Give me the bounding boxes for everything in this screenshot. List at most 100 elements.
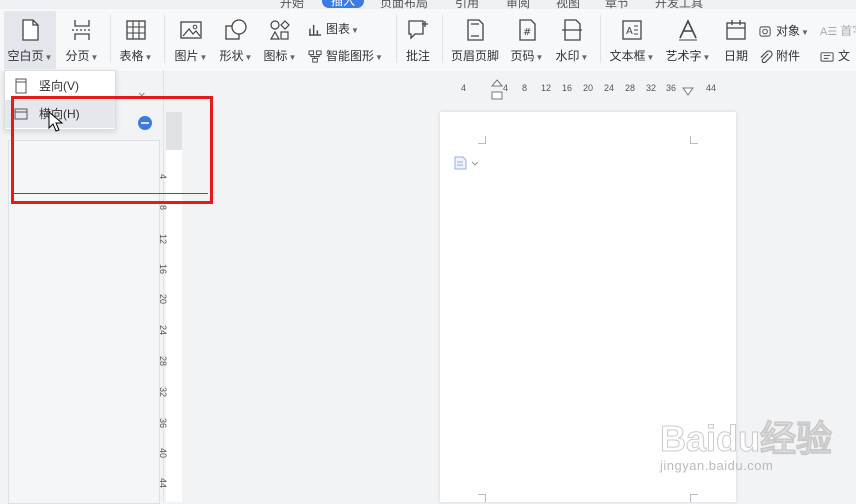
highlight-box: [11, 96, 213, 204]
attachment-button[interactable]: 附件: [758, 46, 800, 66]
doc-part-button[interactable]: 文: [820, 46, 850, 66]
hruler-tick: 20: [583, 83, 594, 93]
paperclip-icon: [760, 50, 773, 64]
icon-button[interactable]: 图标▼: [260, 9, 300, 67]
indent-marker-icon[interactable]: [490, 79, 504, 101]
icon-label: 图标: [263, 49, 288, 63]
margin-corner: [690, 136, 698, 144]
vruler-tick: 12: [158, 234, 168, 245]
vruler-tick: 20: [158, 294, 168, 305]
hruler-tick: 28: [625, 83, 636, 93]
tab-view[interactable]: 视图: [556, 0, 580, 9]
comment-label: 批注: [405, 49, 430, 63]
chart-icon: [309, 25, 322, 37]
hruler-tick: 12: [541, 83, 552, 93]
paste-options-icon[interactable]: [454, 156, 480, 170]
watermark-icon: [562, 19, 582, 41]
word-art-label: 艺术字: [665, 49, 702, 63]
comment-button[interactable]: 批注: [400, 9, 436, 67]
watermark-brand: Baidu经验: [659, 418, 833, 460]
icons-gallery-icon: [269, 20, 290, 40]
smart-art-icon: [308, 50, 322, 63]
vruler-tick: 44: [158, 478, 168, 489]
tab-chapter[interactable]: 章节: [605, 0, 629, 9]
vruler-tick: 36: [158, 418, 168, 429]
picture-icon: [180, 21, 202, 39]
svg-text:A: A: [626, 26, 633, 37]
chart-button[interactable]: 图表▼: [308, 19, 359, 39]
calendar-icon: [726, 20, 746, 40]
smart-art-label: 智能图形: [326, 49, 375, 63]
hruler-tick: 4: [461, 83, 467, 93]
word-art-button[interactable]: 艺术字▼: [662, 9, 714, 67]
table-label: 表格: [119, 49, 144, 63]
hruler-tick: 16: [562, 83, 573, 93]
tab-insert[interactable]: 插入: [322, 0, 365, 8]
watermark-label: 水印: [555, 49, 580, 63]
vruler-tick: 32: [158, 387, 168, 398]
hruler-tick: 8: [522, 83, 528, 93]
right-indent-marker-icon[interactable]: [682, 82, 694, 96]
smart-art-button[interactable]: 智能图形▼: [308, 46, 383, 66]
tab-page-layout[interactable]: 页面布局: [380, 0, 428, 9]
separator: [442, 15, 443, 63]
comment-icon: [408, 20, 428, 40]
drop-cap-label: 首字: [840, 24, 856, 38]
tab-start[interactable]: 开始: [280, 0, 304, 9]
separator: [164, 15, 165, 63]
hruler-tick: 24: [604, 83, 615, 93]
margin-corner: [690, 494, 698, 502]
ribbon-toolbar: 空白页▼ 分页▼ 表格▼ 图片▼ 形状▼ 图标▼ 图表▼ 智能图形▼ 批注 页眉…: [0, 9, 856, 72]
watermark-button[interactable]: 水印▼: [552, 9, 592, 67]
shape-button[interactable]: 形状▼: [216, 9, 256, 67]
horizontal-ruler: [183, 71, 856, 101]
vruler-tick: 24: [158, 325, 168, 336]
text-box-label: 文本框: [609, 49, 646, 63]
attachment-label: 附件: [776, 49, 801, 63]
tab-developer[interactable]: 开发工具: [655, 0, 703, 9]
margin-corner: [478, 136, 486, 144]
date-button[interactable]: 日期: [718, 9, 754, 67]
page-number-icon: #: [519, 19, 536, 41]
separator: [396, 15, 397, 63]
svg-text:#: #: [523, 27, 531, 38]
drop-cap-icon: A☰: [820, 26, 838, 38]
margin-corner: [478, 494, 486, 502]
vruler-tick: 40: [158, 448, 168, 459]
text-box-button[interactable]: A 文本框▼: [606, 9, 658, 67]
doc-part-label: 文: [838, 49, 851, 63]
hruler-tick: 44: [706, 83, 717, 93]
object-label: 对象: [776, 24, 801, 38]
separator: [110, 15, 111, 63]
vruler-tick: 16: [158, 264, 168, 275]
object-button[interactable]: 对象▼: [758, 21, 809, 41]
blank-page-button[interactable]: 空白页▼: [4, 9, 56, 67]
table-button[interactable]: 表格▼: [114, 9, 158, 67]
tab-bar: 开始 插入 页面布局 引用 审阅 视图 章节 开发工具: [0, 0, 856, 9]
doc-part-icon: [820, 52, 834, 62]
page-number-button[interactable]: # 页码▼: [506, 9, 548, 67]
blank-page-label: 空白页: [7, 49, 44, 63]
baidu-watermark: Baidu经验 jingyan.baidu.com: [659, 410, 856, 480]
portrait-page-icon: [15, 78, 27, 94]
object-icon: [759, 26, 771, 37]
drop-cap-button[interactable]: A☰首字: [820, 21, 856, 41]
picture-button[interactable]: 图片▼: [170, 9, 212, 67]
date-label: 日期: [723, 49, 748, 63]
shape-icon: [225, 19, 247, 40]
vruler-tick: 8: [158, 205, 168, 211]
highlight-underline: [12, 193, 208, 194]
table-icon: [126, 20, 146, 40]
vruler-tick: 28: [158, 356, 168, 367]
blank-page-icon: [22, 19, 39, 41]
chart-label: 图表: [326, 22, 351, 36]
tab-references[interactable]: 引用: [455, 0, 479, 9]
header-footer-icon: [467, 19, 484, 41]
page-number-label: 页码: [510, 49, 535, 63]
page-break-button[interactable]: 分页▼: [60, 9, 104, 67]
hruler-tick: 32: [646, 83, 657, 93]
header-footer-button[interactable]: 页眉页脚: [448, 9, 502, 67]
tab-review[interactable]: 审阅: [506, 0, 530, 9]
header-footer-label: 页眉页脚: [450, 49, 499, 63]
picture-label: 图片: [174, 49, 199, 63]
